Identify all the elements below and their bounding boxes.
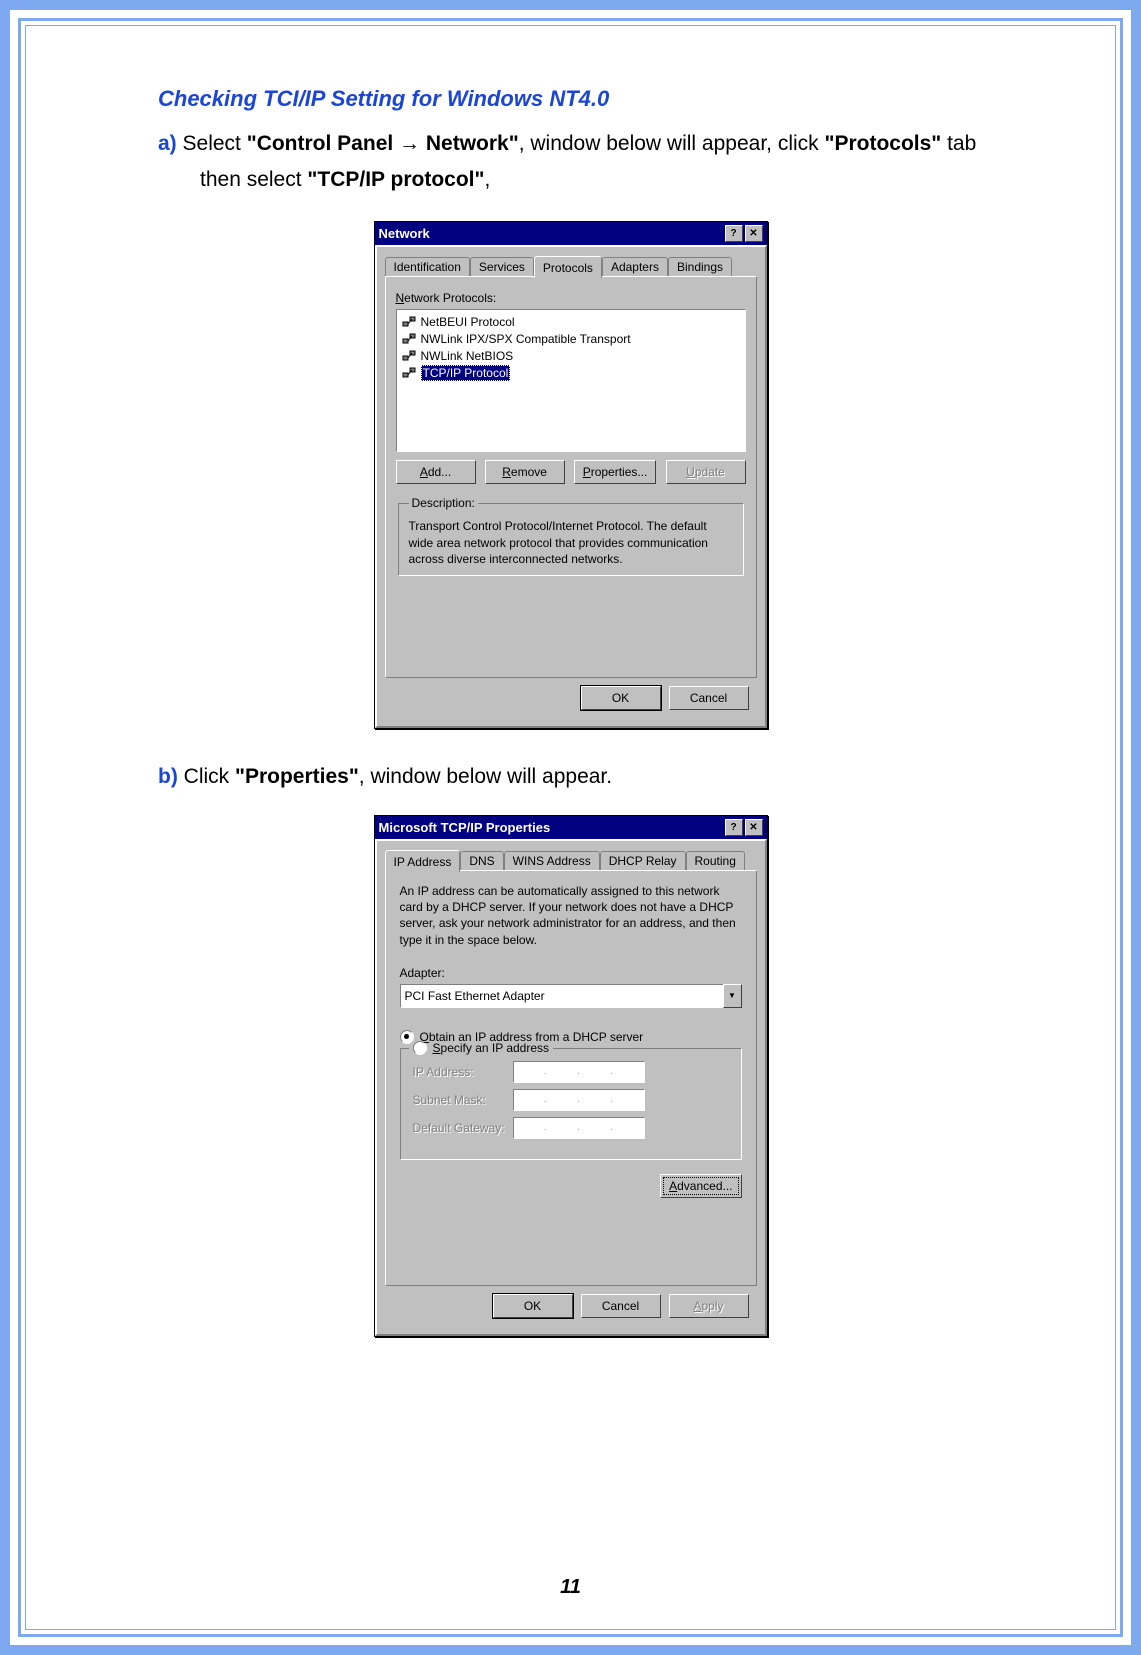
help-icon[interactable]: ? [725,819,743,836]
step-b-letter: b) [158,765,178,788]
ip-address-row: IP Address: ... [413,1061,729,1083]
ok-button[interactable]: OK [581,686,661,710]
list-item-label: NetBEUI Protocol [421,315,515,329]
section-heading: Checking TCI/IP Setting for Windows NT4.… [158,86,1025,112]
radio-icon [400,1030,414,1044]
remove-button[interactable]: Remove [485,460,565,484]
network-dialog-title: Network [379,226,430,241]
list-item-label: NWLink IPX/SPX Compatible Transport [421,332,631,346]
chevron-down-icon[interactable]: ▼ [723,984,742,1008]
tab-protocols[interactable]: Protocols [534,256,602,278]
page-outer-border: Checking TCI/IP Setting for Windows NT4.… [0,0,1141,1655]
network-dialog-body: Identification Services Protocols Adapte… [375,245,767,728]
close-icon[interactable]: ✕ [745,819,763,836]
tab-dns[interactable]: DNS [460,851,503,871]
ok-button[interactable]: OK [493,1294,573,1318]
network-dialog-titlebar[interactable]: Network ? ✕ [375,222,767,245]
page-number: 11 [26,1576,1115,1599]
protocol-icon [402,314,417,329]
help-icon[interactable]: ? [725,225,743,242]
subnet-mask-row: Subnet Mask: ... [413,1089,729,1111]
network-tabs: Identification Services Protocols Adapte… [385,255,757,277]
specify-ip-group: Specify an IP address IP Address: ... Su… [400,1048,742,1160]
ip-address-input: ... [513,1061,645,1083]
list-item-label: TCP/IP Protocol [421,365,511,381]
protocol-icon [402,331,417,346]
step-b-bold1: "Properties" [235,765,359,788]
tab-wins-address[interactable]: WINS Address [504,851,600,871]
step-a-letter: a) [158,132,177,155]
default-gateway-row: Default Gateway: ... [413,1117,729,1139]
adapter-label: Adapter: [400,966,742,980]
protocols-listbox[interactable]: NetBEUI Protocol NWLink IPX/SPX Compatib… [396,309,746,452]
page-mid-border: Checking TCI/IP Setting for Windows NT4.… [18,18,1123,1637]
update-button: Update [666,460,746,484]
step-a-text1: Select [177,132,247,155]
protocols-button-row: Add... Remove Properties... Update [396,460,746,484]
description-fieldset: Description: Transport Control Protocol/… [398,496,744,576]
cancel-button[interactable]: Cancel [581,1294,661,1318]
subnet-mask-input: ... [513,1089,645,1111]
advanced-row: Advanced... [400,1174,742,1198]
close-icon[interactable]: ✕ [745,225,763,242]
tcpip-dialog: Microsoft TCP/IP Properties ? ✕ IP Addre… [374,815,768,1337]
step-a-text4: then select [200,168,307,191]
step-a-text2: , window below will appear, click [519,132,825,155]
tab-dhcp-relay[interactable]: DHCP Relay [600,851,686,871]
page-inner-border: Checking TCI/IP Setting for Windows NT4.… [25,25,1116,1630]
adapter-value[interactable] [400,984,723,1008]
tab-ip-address[interactable]: IP Address [385,850,461,872]
add-button[interactable]: Add... [396,460,476,484]
network-protocols-label: Network Protocols: [396,291,746,305]
advanced-button[interactable]: Advanced... [660,1174,741,1198]
protocols-panel: Network Protocols: NetBEUI Protocol NWLi… [385,276,757,678]
step-a-paragraph: a) Select "Control Panel → Network", win… [158,126,1025,197]
step-a-text3: tab [941,132,976,155]
list-item[interactable]: NWLink IPX/SPX Compatible Transport [401,330,741,347]
ip-panel-description: An IP address can be automatically assig… [400,883,742,948]
properties-button[interactable]: Properties... [574,460,657,484]
network-dialog-footer: OK Cancel [385,678,757,718]
step-b-text2: , window below will appear. [359,765,612,788]
tab-services[interactable]: Services [470,257,534,277]
step-a-text5: , [484,168,490,191]
tcpip-tabs: IP Address DNS WINS Address DHCP Relay R… [385,849,757,871]
tab-identification[interactable]: Identification [385,257,470,277]
tab-routing[interactable]: Routing [686,851,745,871]
protocol-icon [402,348,417,363]
tcpip-dialog-titlebar[interactable]: Microsoft TCP/IP Properties ? ✕ [375,816,767,839]
list-item-label: NWLink NetBIOS [421,349,514,363]
tab-adapters[interactable]: Adapters [602,257,668,277]
radio-icon [413,1041,427,1055]
description-text: Transport Control Protocol/Internet Prot… [409,518,733,567]
list-item-selected[interactable]: TCP/IP Protocol [401,364,741,381]
step-a-bold3: "TCP/IP protocol" [307,168,484,191]
step-b-text1: Click [178,765,235,788]
step-a-bold1: "Control Panel → Network" [247,132,519,155]
cancel-button[interactable]: Cancel [669,686,749,710]
tcpip-dialog-footer: OK Cancel Apply [385,1286,757,1326]
default-gateway-label: Default Gateway: [413,1121,513,1135]
default-gateway-input: ... [513,1117,645,1139]
ip-address-label: IP Address: [413,1065,513,1079]
description-legend: Description: [409,496,478,510]
network-dialog: Network ? ✕ Identification Services Prot… [374,221,768,729]
protocol-icon [402,365,417,380]
step-a-bold2: "Protocols" [825,132,942,155]
tab-bindings[interactable]: Bindings [668,257,732,277]
apply-button: Apply [669,1294,749,1318]
list-item[interactable]: NetBEUI Protocol [401,313,741,330]
tcpip-dialog-body: IP Address DNS WINS Address DHCP Relay R… [375,839,767,1336]
radio-specify-label: Specify an IP address [433,1041,550,1055]
list-item[interactable]: NWLink NetBIOS [401,347,741,364]
subnet-mask-label: Subnet Mask: [413,1093,513,1107]
ip-address-panel: An IP address can be automatically assig… [385,870,757,1286]
tcpip-dialog-title: Microsoft TCP/IP Properties [379,820,551,835]
step-b-paragraph: b) Click "Properties", window below will… [158,759,1025,795]
adapter-combobox[interactable]: ▼ [400,984,742,1008]
